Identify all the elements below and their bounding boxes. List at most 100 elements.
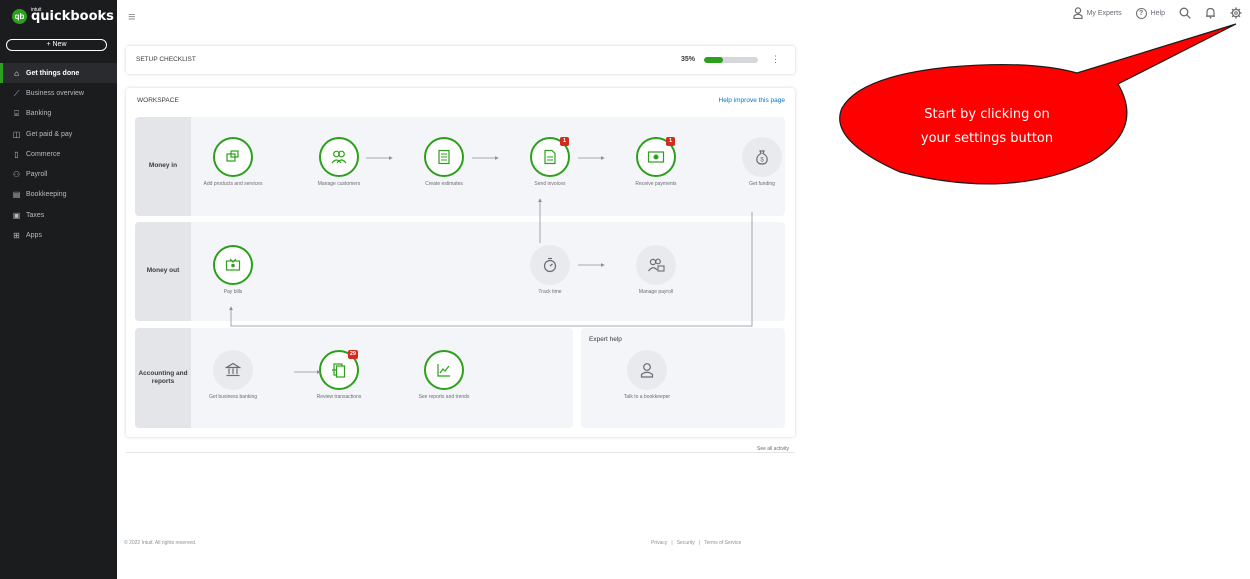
left-nav-sidebar: qb intuit quickbooks + New ⌂ Get things … — [0, 0, 117, 579]
sidebar-item-get-paid-pay[interactable]: ◫ Get paid & pay — [0, 124, 117, 144]
tax-icon: ▣ — [12, 210, 21, 220]
money-in-panel: Money in Add products and services Manag… — [135, 117, 785, 216]
manage-payroll-node[interactable]: Manage payroll — [626, 245, 686, 296]
transactions-icon: 29 — [319, 350, 359, 390]
intuit-wordmark: intuit — [31, 7, 42, 13]
accounting-panel: Accounting and reports Get business bank… — [135, 328, 573, 428]
sidebar-item-banking[interactable]: ⌸ Banking — [0, 104, 117, 124]
money-out-panel: Money out Pay bills Track time Manage pa… — [135, 222, 785, 321]
money-out-label: Money out — [135, 222, 191, 321]
callout-line-2: your settings button — [920, 131, 1054, 146]
expert-help-panel: Expert help Talk to a bookkeeper — [581, 328, 785, 428]
privacy-link[interactable]: Privacy — [651, 540, 667, 546]
bookkeeper-person-icon — [627, 350, 667, 390]
security-link[interactable]: Security — [677, 540, 695, 546]
ledger-icon: ▤ — [12, 190, 21, 200]
node-label: Pay bills — [223, 289, 243, 295]
get-funding-node[interactable]: $ Get funding — [732, 137, 792, 188]
notification-badge: 1 — [666, 137, 675, 146]
topbar-actions: My Experts ? Help — [1072, 7, 1242, 19]
sidebar-item-label: Bookkeeping — [26, 191, 67, 199]
node-label: Create estimates — [425, 181, 463, 187]
create-estimates-node[interactable]: Create estimates — [414, 137, 474, 188]
footer-separator: | — [671, 540, 673, 546]
money-icon: ◫ — [12, 129, 21, 139]
sidebar-item-apps[interactable]: ⊞ Apps — [0, 225, 117, 245]
new-button[interactable]: + New — [6, 39, 107, 51]
progress-bar-fill — [704, 57, 723, 63]
sidebar-item-label: Taxes — [26, 211, 45, 219]
money-bag-icon: $ — [742, 137, 782, 177]
commerce-icon: ▯ — [14, 149, 19, 159]
node-label: Send invoices — [534, 181, 566, 187]
stopwatch-icon — [530, 245, 570, 285]
sidebar-item-commerce[interactable]: ▯ Commerce — [0, 144, 117, 164]
sidebar-item-label: Payroll — [26, 171, 48, 179]
sidebar-item-label: Commerce — [26, 150, 61, 158]
bank-icon: ⌸ — [14, 109, 19, 119]
notification-bell-icon[interactable] — [1205, 7, 1216, 19]
search-icon[interactable] — [1179, 7, 1191, 19]
quickbooks-logo[interactable]: qb intuit quickbooks — [12, 7, 114, 24]
accounting-label: Accounting and reports — [135, 328, 191, 428]
callout-line-1: Start by clicking on — [924, 107, 1050, 122]
terms-of-service-link[interactable]: Terms of Service — [704, 540, 741, 546]
payroll-icon — [636, 245, 676, 285]
setup-checklist-card[interactable]: SETUP CHECKLIST 35% ⋮ — [126, 46, 795, 74]
receive-payments-node[interactable]: 1 Receive payments — [626, 137, 686, 188]
sidebar-item-business-overview[interactable]: ⟋ Business overview — [0, 83, 117, 103]
chart-line-icon: ⟋ — [13, 88, 20, 98]
pay-bills-node[interactable]: Pay bills — [203, 245, 263, 296]
sidebar-item-label: Get paid & pay — [26, 130, 73, 138]
node-label: Review transactions — [316, 394, 362, 400]
help-button[interactable]: ? Help — [1135, 7, 1165, 19]
node-label: Track time — [538, 289, 562, 295]
nav-menu: ⌂ Get things done ⟋ Business overview ⌸ … — [0, 63, 117, 246]
divider — [126, 452, 795, 453]
add-products-node[interactable]: Add products and services — [203, 137, 263, 188]
get-business-banking-node[interactable]: Get business banking — [203, 350, 263, 401]
sidebar-item-payroll[interactable]: ⚇ Payroll — [0, 164, 117, 184]
node-label: See reports and trends — [418, 394, 470, 400]
hamburger-menu-icon[interactable]: ≡ — [128, 9, 136, 24]
more-options-icon[interactable]: ⋮ — [771, 54, 780, 65]
trend-icon — [424, 350, 464, 390]
manage-customers-node[interactable]: Manage customers — [309, 137, 369, 188]
footer-links: Privacy | Security | Terms of Service — [651, 540, 741, 546]
callout-text: Start by clicking on your settings butto… — [862, 103, 1112, 151]
sidebar-item-label: Business overview — [26, 89, 84, 97]
sidebar-item-taxes[interactable]: ▣ Taxes — [0, 205, 117, 225]
gear-icon[interactable] — [1230, 7, 1242, 19]
house-icon: ⌂ — [14, 68, 19, 78]
see-reports-node[interactable]: See reports and trends — [414, 350, 474, 401]
notification-badge: 1 — [560, 137, 569, 146]
invoice-icon: 1 — [530, 137, 570, 177]
track-time-node[interactable]: Track time — [520, 245, 580, 296]
node-label: Talk to a bookkeeper — [623, 394, 671, 400]
sidebar-item-bookkeeping[interactable]: ▤ Bookkeeping — [0, 185, 117, 205]
bill-icon — [213, 245, 253, 285]
talk-to-bookkeeper-node[interactable]: Talk to a bookkeeper — [617, 350, 677, 401]
notification-badge: 29 — [347, 350, 358, 359]
sidebar-item-get-things-done[interactable]: ⌂ Get things done — [0, 63, 117, 84]
node-label: Get business banking — [208, 394, 258, 400]
sidebar-item-label: Banking — [26, 110, 52, 118]
svg-text:$: $ — [760, 158, 764, 164]
progress-bar — [704, 57, 758, 63]
send-invoices-node[interactable]: 1 Send invoices — [520, 137, 580, 188]
product-box-icon — [213, 137, 253, 177]
my-experts-label: My Experts — [1086, 9, 1122, 17]
bank-icon — [213, 350, 253, 390]
workspace-card: WORKSPACE Help improve this page Money i… — [126, 88, 795, 437]
node-label: Receive payments — [635, 181, 677, 187]
node-label: Get funding — [749, 181, 775, 187]
expert-person-icon — [1072, 7, 1083, 19]
people-icon: ⚇ — [12, 170, 21, 180]
qb-logo-mark: qb — [12, 9, 27, 24]
node-label: Manage customers — [317, 181, 361, 187]
review-transactions-node[interactable]: 29 Review transactions — [309, 350, 369, 401]
my-experts-button[interactable]: My Experts — [1072, 7, 1122, 19]
help-improve-link[interactable]: Help improve this page — [719, 97, 785, 104]
help-icon: ? — [1135, 7, 1147, 19]
progress-percent: 35% — [681, 56, 696, 63]
